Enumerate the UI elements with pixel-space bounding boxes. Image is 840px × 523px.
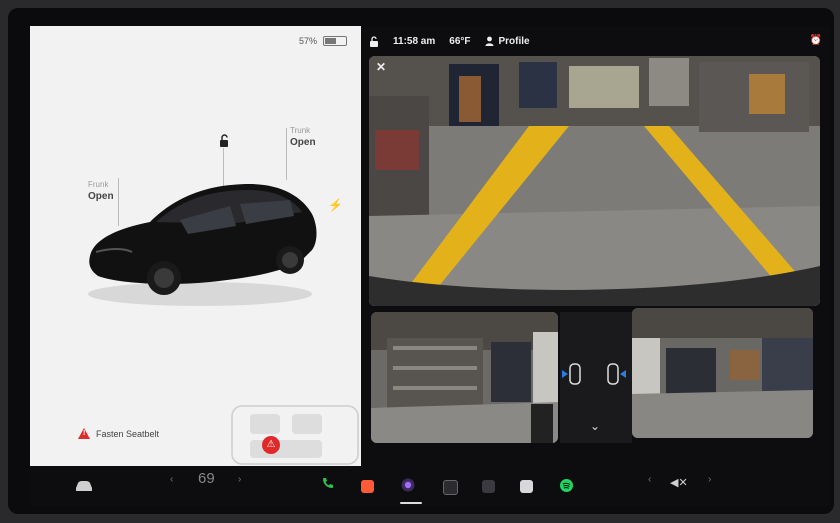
trunk-state: Open <box>290 137 316 148</box>
calendar-icon[interactable] <box>520 480 533 493</box>
left-camera-image <box>371 312 558 443</box>
battery-indicator: 57% <box>299 36 347 46</box>
active-app-indicator <box>400 502 422 504</box>
battery-percent: 57% <box>298 36 317 46</box>
seat-occupancy-map <box>231 405 359 465</box>
temp-increase-arrow[interactable]: › <box>238 474 241 485</box>
bottom-dock: ‹ 69 › ‹ ◀✕ › <box>30 466 830 506</box>
cabin-temperature[interactable]: 69 <box>198 470 215 487</box>
seatbelt-warning-text: Fasten Seatbelt <box>96 428 160 439</box>
left-repeater-camera-view[interactable] <box>371 312 558 443</box>
car-icon[interactable] <box>74 480 94 492</box>
spotify-icon[interactable] <box>560 479 573 492</box>
chevron-down-icon[interactable]: ⌄ <box>590 419 600 433</box>
touchscreen: 57% Frunk Open Trunk Open ⚡ ⚠ ! Fasten S… <box>30 26 830 506</box>
close-icon[interactable]: ✕ <box>376 60 386 74</box>
phone-icon[interactable] <box>322 477 334 489</box>
unlock-icon[interactable] <box>369 35 379 47</box>
temp-decrease-arrow[interactable]: ‹ <box>170 474 173 485</box>
volume-up-arrow[interactable]: › <box>708 474 711 485</box>
status-bar: 11:58 am 66°F Profile ⏰ <box>363 26 830 56</box>
trunk-callout[interactable]: Trunk Open <box>290 126 316 148</box>
outside-temperature: 66°F <box>449 35 471 47</box>
car-3d-model[interactable] <box>80 166 320 316</box>
profile-button[interactable]: Profile <box>485 36 530 47</box>
person-icon <box>485 36 493 46</box>
seatbelt-warning: ! Fasten Seatbelt <box>78 428 159 439</box>
profile-label: Profile <box>498 35 530 47</box>
unlocked-padlock-icon[interactable] <box>217 134 231 148</box>
right-camera-image <box>632 308 813 438</box>
right-repeater-camera-view[interactable] <box>632 308 813 438</box>
lightning-bolt-icon[interactable]: ⚡ <box>328 198 343 212</box>
music-app-icon[interactable] <box>361 480 374 493</box>
clock-time: 11:58 am <box>393 35 436 47</box>
battery-icon <box>323 36 347 46</box>
seatbelt-icon: ⚠ <box>262 436 280 454</box>
dashcam-icon[interactable] <box>482 480 495 493</box>
mute-icon[interactable]: ◀✕ <box>670 476 688 489</box>
more-apps-icon[interactable] <box>443 480 458 495</box>
alarm-clock-icon[interactable]: ⏰ <box>810 35 822 46</box>
rear-camera-view[interactable]: ✕ <box>369 56 820 306</box>
volume-down-arrow[interactable]: ‹ <box>648 474 651 485</box>
warning-triangle-icon: ! <box>78 428 90 439</box>
car-status-panel[interactable]: 57% Frunk Open Trunk Open ⚡ ⚠ ! Fasten S… <box>30 26 361 466</box>
rear-camera-image <box>369 56 820 306</box>
trunk-label: Trunk <box>290 126 311 135</box>
camera-app-icon[interactable] <box>401 478 415 492</box>
